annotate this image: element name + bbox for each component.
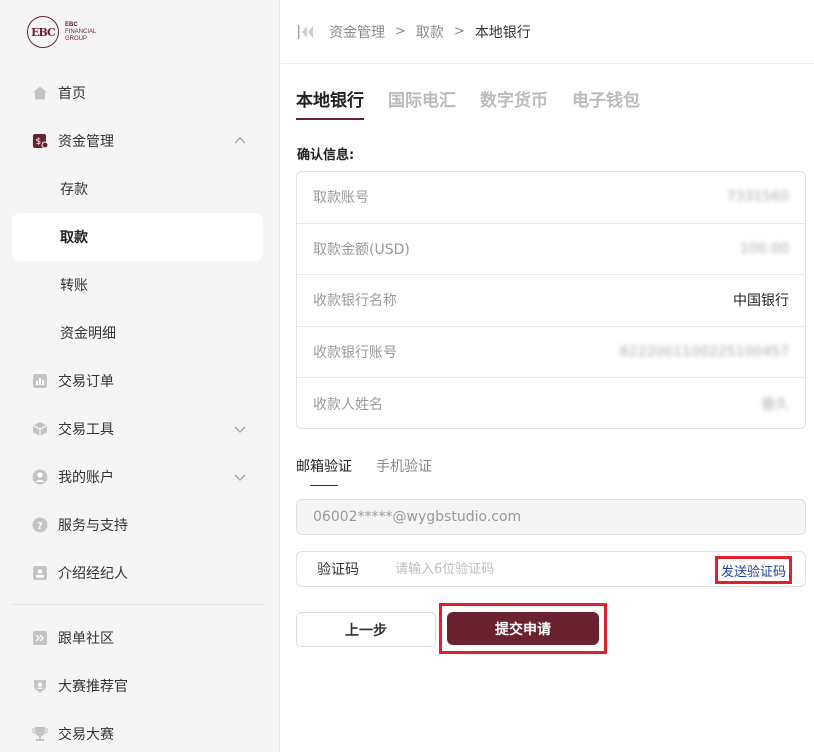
info-row-bank-name: 收款银行名称 中国银行 xyxy=(297,275,805,327)
breadcrumb-separator: > xyxy=(395,24,406,39)
logo-line1: EBC xyxy=(65,21,78,28)
help-icon: ? xyxy=(32,517,48,533)
sidebar: EBC EBC FINANCIAL GROUP 首页 $ 资金管理 存款 取款 … xyxy=(0,0,280,752)
wallet-icon: $ xyxy=(32,133,48,149)
sidebar-divider xyxy=(12,604,263,605)
info-value: 中国银行 xyxy=(733,293,789,310)
tab-ewallet[interactable]: 电子钱包 xyxy=(572,86,640,120)
ebc-logo[interactable]: EBC EBC FINANCIAL GROUP xyxy=(27,16,96,48)
tab-crypto[interactable]: 数字货币 xyxy=(480,86,548,120)
sidebar-item-ib[interactable]: 介绍经纪人 xyxy=(12,549,263,597)
cube-icon xyxy=(32,421,48,437)
sidebar-item-trading-contest[interactable]: 交易大赛 xyxy=(12,710,263,752)
home-icon xyxy=(32,85,48,101)
sidebar-item-label: 大赛推荐官 xyxy=(58,679,128,695)
confirm-info-card: 取款账号 7331560 取款金额(USD) 100.00 收款银行名称 中国银… xyxy=(296,171,806,429)
previous-step-button[interactable]: 上一步 xyxy=(296,612,436,647)
svg-text:$: $ xyxy=(36,137,42,147)
chart-icon xyxy=(32,373,48,389)
info-value: 6222001100225100457 xyxy=(619,344,789,361)
sidebar-item-label: 介绍经纪人 xyxy=(58,566,128,582)
sidebar-item-copy-community[interactable]: 跟单社区 xyxy=(12,614,263,662)
tab-local-bank[interactable]: 本地银行 xyxy=(296,86,364,120)
chevron-down-icon[interactable] xyxy=(233,470,247,484)
info-label: 收款银行名称 xyxy=(313,293,397,310)
sidebar-item-fund-details[interactable]: 资金明细 xyxy=(12,309,263,357)
logo-mark: EBC xyxy=(27,16,59,48)
logo-line2: FINANCIAL xyxy=(65,28,97,35)
info-value: 曾久 xyxy=(761,397,789,414)
sidebar-item-my-account[interactable]: 我的账户 xyxy=(12,453,263,501)
submit-button[interactable]: 提交申请 xyxy=(447,612,599,645)
tab-phone-verify[interactable]: 手机验证 xyxy=(376,456,432,486)
breadcrumb-withdraw[interactable]: 取款 xyxy=(416,22,444,42)
logo-line3: GROUP xyxy=(65,35,88,42)
sidebar-item-label: 我的账户 xyxy=(58,470,114,486)
info-row-account: 取款账号 7331560 xyxy=(297,172,805,224)
svg-text:?: ? xyxy=(37,521,43,532)
sidebar-item-transfer[interactable]: 转账 xyxy=(12,261,263,309)
sidebar-item-label: 资金管理 xyxy=(58,134,114,150)
send-code-button[interactable]: 发送验证码 xyxy=(714,556,792,584)
trophy-icon xyxy=(32,726,48,742)
sidebar-item-label: 交易订单 xyxy=(58,374,114,390)
sidebar-item-withdraw[interactable]: 取款 xyxy=(12,213,263,261)
sidebar-item-label: 跟单社区 xyxy=(58,631,114,647)
withdraw-method-tabs: 本地银行 国际电汇 数字货币 电子钱包 xyxy=(296,86,664,120)
submit-highlight: 提交申请 xyxy=(439,603,607,654)
sidebar-item-label: 资金明细 xyxy=(60,326,116,342)
sidebar-item-funds[interactable]: $ 资金管理 xyxy=(12,117,263,165)
chevron-up-icon[interactable] xyxy=(233,134,247,148)
confirm-info-title: 确认信息: xyxy=(297,148,355,163)
sidebar-item-contest-referrer[interactable]: 大赛推荐官 xyxy=(12,662,263,710)
user-icon xyxy=(32,469,48,485)
info-label: 取款金额(USD) xyxy=(313,241,410,258)
sidebar-item-support[interactable]: ? 服务与支持 xyxy=(12,501,263,549)
badge-icon xyxy=(32,678,48,694)
email-field: 06002*****@wygbstudio.com xyxy=(296,499,806,535)
id-card-icon xyxy=(32,565,48,581)
info-label: 收款银行账号 xyxy=(313,345,397,362)
info-row-bank-account: 收款银行账号 6222001100225100457 xyxy=(297,327,805,379)
sidebar-item-label: 取款 xyxy=(60,230,88,246)
info-label: 取款账号 xyxy=(313,190,369,207)
sidebar-item-home[interactable]: 首页 xyxy=(12,69,263,117)
verify-method-tabs: 邮箱验证 手机验证 xyxy=(296,456,456,486)
top-bar: 资金管理 > 取款 > 本地银行 xyxy=(281,0,814,64)
breadcrumb-separator: > xyxy=(453,24,465,39)
info-row-amount: 取款金额(USD) 100.00 xyxy=(297,224,805,276)
collapse-sidebar-icon[interactable] xyxy=(297,24,315,40)
info-value: 7331560 xyxy=(726,189,789,206)
logo-text: EBC FINANCIAL GROUP xyxy=(65,22,96,43)
info-value: 100.00 xyxy=(740,240,789,257)
chevron-down-icon[interactable] xyxy=(233,422,247,436)
sidebar-item-label: 服务与支持 xyxy=(58,518,128,534)
sidebar-item-trade-orders[interactable]: 交易订单 xyxy=(12,357,263,405)
sidebar-item-deposit[interactable]: 存款 xyxy=(12,165,263,213)
breadcrumb-funds[interactable]: 资金管理 xyxy=(329,22,385,42)
sidebar-item-label: 存款 xyxy=(60,182,88,198)
verification-code-field: 验证码 发送验证码 xyxy=(296,551,806,587)
tab-email-verify[interactable]: 邮箱验证 xyxy=(296,456,352,486)
sidebar-item-label: 转账 xyxy=(60,278,88,294)
info-label: 收款人姓名 xyxy=(313,397,383,414)
breadcrumb-current: 本地银行 xyxy=(474,24,531,41)
code-label: 验证码 xyxy=(317,562,359,578)
tab-wire-transfer[interactable]: 国际电汇 xyxy=(388,86,456,120)
sidebar-item-label: 首页 xyxy=(58,86,86,102)
forward-icon xyxy=(32,630,48,646)
info-row-payee-name: 收款人姓名 曾久 xyxy=(297,378,805,430)
sidebar-item-trade-tools[interactable]: 交易工具 xyxy=(12,405,263,453)
sidebar-item-label: 交易工具 xyxy=(58,422,114,438)
sidebar-item-label: 交易大赛 xyxy=(58,727,114,743)
